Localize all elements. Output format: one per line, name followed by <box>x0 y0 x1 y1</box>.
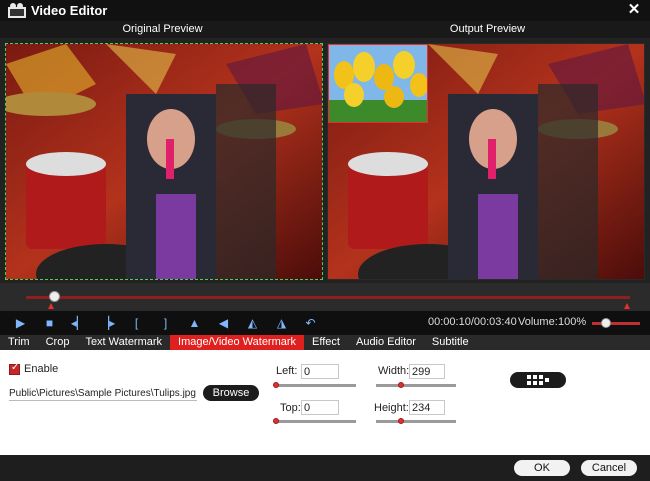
height-slider-knob[interactable] <box>398 418 404 424</box>
enable-row: Enable <box>9 362 59 375</box>
original-preview-label: Original Preview <box>0 21 325 38</box>
tab-image-video-watermark[interactable]: Image/Video Watermark <box>170 335 305 350</box>
flip-horizontal-button[interactable]: ◀ <box>209 313 238 333</box>
volume-slider-thumb[interactable] <box>601 318 611 328</box>
width-input[interactable] <box>409 364 445 379</box>
play-icon: ▶ <box>15 316 26 330</box>
enable-label: Enable <box>24 363 59 375</box>
original-preview[interactable] <box>5 43 323 280</box>
timeline-thumb[interactable] <box>49 291 61 302</box>
position-grid-button[interactable] <box>510 372 566 388</box>
volume-label: Volume: <box>518 316 558 328</box>
tab-trim[interactable]: Trim <box>0 335 38 350</box>
trim-end-marker[interactable] <box>624 303 630 309</box>
flip-vertical-button[interactable]: ▲ <box>180 313 209 333</box>
tab-crop[interactable]: Crop <box>38 335 78 350</box>
output-preview[interactable] <box>327 43 645 280</box>
preview-area <box>0 38 650 283</box>
tulips-image <box>329 45 427 122</box>
undo-icon: ↶ <box>305 316 316 330</box>
height-input[interactable] <box>409 400 445 415</box>
mark-in-button[interactable]: [ <box>122 313 151 333</box>
rotate-left-icon: ◭ <box>247 316 258 330</box>
volume-value: 100% <box>558 316 587 328</box>
width-label: Width: <box>378 365 410 377</box>
next-frame-button[interactable]: ▕▸ <box>93 313 122 333</box>
stop-button[interactable]: ■ <box>35 313 64 333</box>
tab-audio-editor[interactable]: Audio Editor <box>348 335 424 350</box>
top-input[interactable] <box>301 400 339 415</box>
tab-subtitle[interactable]: Subtitle <box>424 335 477 350</box>
watermark-overlay[interactable] <box>328 44 428 123</box>
flip-vertical-icon: ▲ <box>188 316 201 330</box>
trim-start-marker[interactable] <box>48 303 54 309</box>
left-input[interactable] <box>301 364 339 379</box>
grid-position-icon <box>527 375 549 385</box>
film-icon <box>8 2 26 19</box>
title-bar: Video Editor ✕ <box>0 0 650 21</box>
prev-frame-button[interactable]: ◂▏ <box>64 313 93 333</box>
mark-out-icon: ] <box>163 316 168 330</box>
reset-button[interactable]: ↶ <box>296 313 325 333</box>
stop-icon: ■ <box>45 316 54 330</box>
editor-tabs: Trim Crop Text Watermark Image/Video Wat… <box>0 335 650 350</box>
flip-horizontal-icon: ◀ <box>218 316 229 330</box>
play-button[interactable]: ▶ <box>6 313 35 333</box>
height-label: Height: <box>374 402 409 414</box>
volume-slider[interactable] <box>592 322 640 325</box>
cancel-button[interactable]: Cancel <box>581 460 637 476</box>
top-slider-knob[interactable] <box>273 418 279 424</box>
enable-checkbox[interactable] <box>9 362 20 375</box>
timecode: 00:00:10/00:03:40 <box>428 316 517 328</box>
timeline-track[interactable] <box>26 296 630 299</box>
rotate-right-button[interactable]: ◮ <box>267 313 296 333</box>
top-slider[interactable] <box>273 418 356 424</box>
rotate-left-button[interactable]: ◭ <box>238 313 267 333</box>
left-slider-knob[interactable] <box>273 382 279 388</box>
browse-button[interactable]: Browse <box>203 385 259 401</box>
width-slider-knob[interactable] <box>398 382 404 388</box>
ok-button[interactable]: OK <box>514 460 570 476</box>
step-forward-icon: ▕▸ <box>99 316 116 330</box>
tab-effect[interactable]: Effect <box>304 335 348 350</box>
mark-out-button[interactable]: ] <box>151 313 180 333</box>
video-frame-image <box>6 44 322 279</box>
left-label: Left: <box>276 365 298 377</box>
output-preview-label: Output Preview <box>325 21 650 38</box>
timeline <box>0 283 650 311</box>
step-back-icon: ◂▏ <box>70 316 87 330</box>
width-slider[interactable] <box>376 382 456 388</box>
top-label: Top: <box>280 402 301 414</box>
watermark-file-path[interactable] <box>9 387 197 401</box>
close-icon[interactable]: ✕ <box>626 1 642 19</box>
mark-in-icon: [ <box>134 316 139 330</box>
rotate-right-icon: ◮ <box>276 316 287 330</box>
dialog-footer: OK Cancel <box>0 455 650 481</box>
playback-controls: ▶ ■ ◂▏ ▕▸ [ ] ▲ ◀ ◭ ◮ ↶ 00:00:10/00:03:4… <box>0 311 650 335</box>
watermark-settings-panel: Enable Browse Left: Top: Width: Height: <box>0 350 650 455</box>
height-slider[interactable] <box>376 418 456 424</box>
left-slider[interactable] <box>273 382 356 388</box>
window-title: Video Editor <box>31 3 108 18</box>
tab-text-watermark[interactable]: Text Watermark <box>77 335 170 350</box>
